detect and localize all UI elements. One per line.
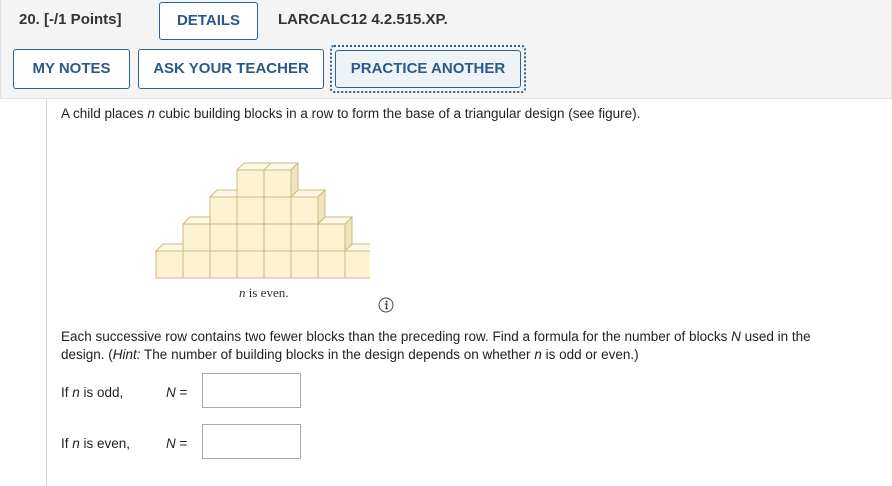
triangular-blocks-figure xyxy=(154,161,370,279)
equation-variable: N xyxy=(166,436,176,451)
even-answer-input[interactable] xyxy=(202,424,301,459)
odd-label-variable: n xyxy=(72,385,80,400)
block xyxy=(263,223,292,252)
para-text-end: used in the xyxy=(740,329,811,344)
question-header: 20. [-/1 Points] DETAILS LARCALC12 4.2.5… xyxy=(0,0,892,99)
content-left-rule xyxy=(46,98,47,486)
odd-case-label: If n is odd, xyxy=(61,385,123,400)
question-intro: A child places n cubic building blocks i… xyxy=(61,106,640,121)
para-text-end: is odd or even.) xyxy=(541,347,639,362)
question-paragraph-line-1: Each successive row contains two fewer b… xyxy=(61,329,811,344)
block xyxy=(209,223,238,252)
block xyxy=(155,250,184,279)
block xyxy=(209,250,238,279)
block xyxy=(182,250,211,279)
block-stack xyxy=(154,161,370,279)
para-variable-N: N xyxy=(731,329,741,344)
my-notes-button[interactable]: MY NOTES xyxy=(13,49,130,89)
odd-label-start: If xyxy=(61,385,73,400)
block xyxy=(317,250,346,279)
even-equation-label: N = xyxy=(166,436,187,451)
caption-text: is even. xyxy=(245,285,289,300)
question-reference: LARCALC12 4.2.515.XP. xyxy=(278,11,448,28)
block xyxy=(209,196,238,225)
block xyxy=(290,250,319,279)
block xyxy=(182,223,211,252)
practice-another-button[interactable]: PRACTICE ANOTHER xyxy=(335,50,521,88)
equals-sign: = xyxy=(175,385,188,400)
para-variable-n: n xyxy=(534,347,542,362)
even-label-end: is even, xyxy=(79,436,131,451)
question-number-points: 20. [-/1 Points] xyxy=(19,11,122,28)
intro-text-end: cubic building blocks in a row to form t… xyxy=(154,106,641,121)
block xyxy=(344,250,370,279)
equation-variable: N xyxy=(166,385,176,400)
hint-label: Hint: xyxy=(112,347,141,362)
figure-caption: n is even. xyxy=(239,285,288,301)
even-label-start: If xyxy=(61,436,73,451)
block xyxy=(236,223,265,252)
block xyxy=(317,223,346,252)
odd-equation-label: N = xyxy=(166,385,187,400)
para-text-mid: The number of building blocks in the des… xyxy=(140,347,535,362)
even-label-variable: n xyxy=(72,436,80,451)
block xyxy=(263,169,292,198)
para-text: design. ( xyxy=(61,347,113,362)
block xyxy=(263,196,292,225)
odd-label-end: is odd, xyxy=(79,385,124,400)
question-paragraph-line-2: design. (Hint: The number of building bl… xyxy=(61,347,639,362)
block xyxy=(236,250,265,279)
info-icon[interactable] xyxy=(378,297,394,313)
block xyxy=(236,196,265,225)
block xyxy=(290,223,319,252)
odd-answer-input[interactable] xyxy=(202,373,301,408)
block xyxy=(263,250,292,279)
equals-sign: = xyxy=(175,436,188,451)
intro-text-start: A child places xyxy=(61,106,148,121)
details-button[interactable]: DETAILS xyxy=(159,2,258,40)
even-case-label: If n is even, xyxy=(61,436,130,451)
block xyxy=(290,196,319,225)
para-text: Each successive row contains two fewer b… xyxy=(61,329,732,344)
intro-variable: n xyxy=(147,106,155,121)
ask-your-teacher-button[interactable]: ASK YOUR TEACHER xyxy=(138,49,324,89)
block xyxy=(236,169,265,198)
